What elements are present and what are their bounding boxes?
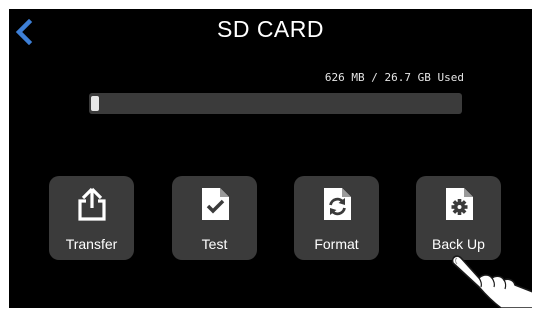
pointing-hand-icon [451,255,532,308]
document-refresh-icon [324,188,351,220]
storage-usage-fill [91,96,99,111]
format-button[interactable]: Format [294,176,379,260]
transfer-button[interactable]: Transfer [49,176,134,260]
transfer-label: Transfer [65,236,118,252]
storage-usage-bar [89,93,462,114]
back-up-button[interactable]: Back Up [416,176,501,260]
share-upload-icon [78,187,106,221]
document-check-icon [202,188,229,220]
back-up-label: Back Up [432,236,485,252]
format-label: Format [314,236,359,252]
test-label: Test [201,236,228,252]
document-gear-icon [446,188,473,220]
page-title: SD CARD [216,16,324,42]
test-button[interactable]: Test [172,176,257,260]
storage-usage-text: 626 MB / 26.7 GB Used [324,71,464,84]
sd-card-screen: SD CARD 626 MB / 26.7 GB Used Transfer T… [9,9,532,308]
